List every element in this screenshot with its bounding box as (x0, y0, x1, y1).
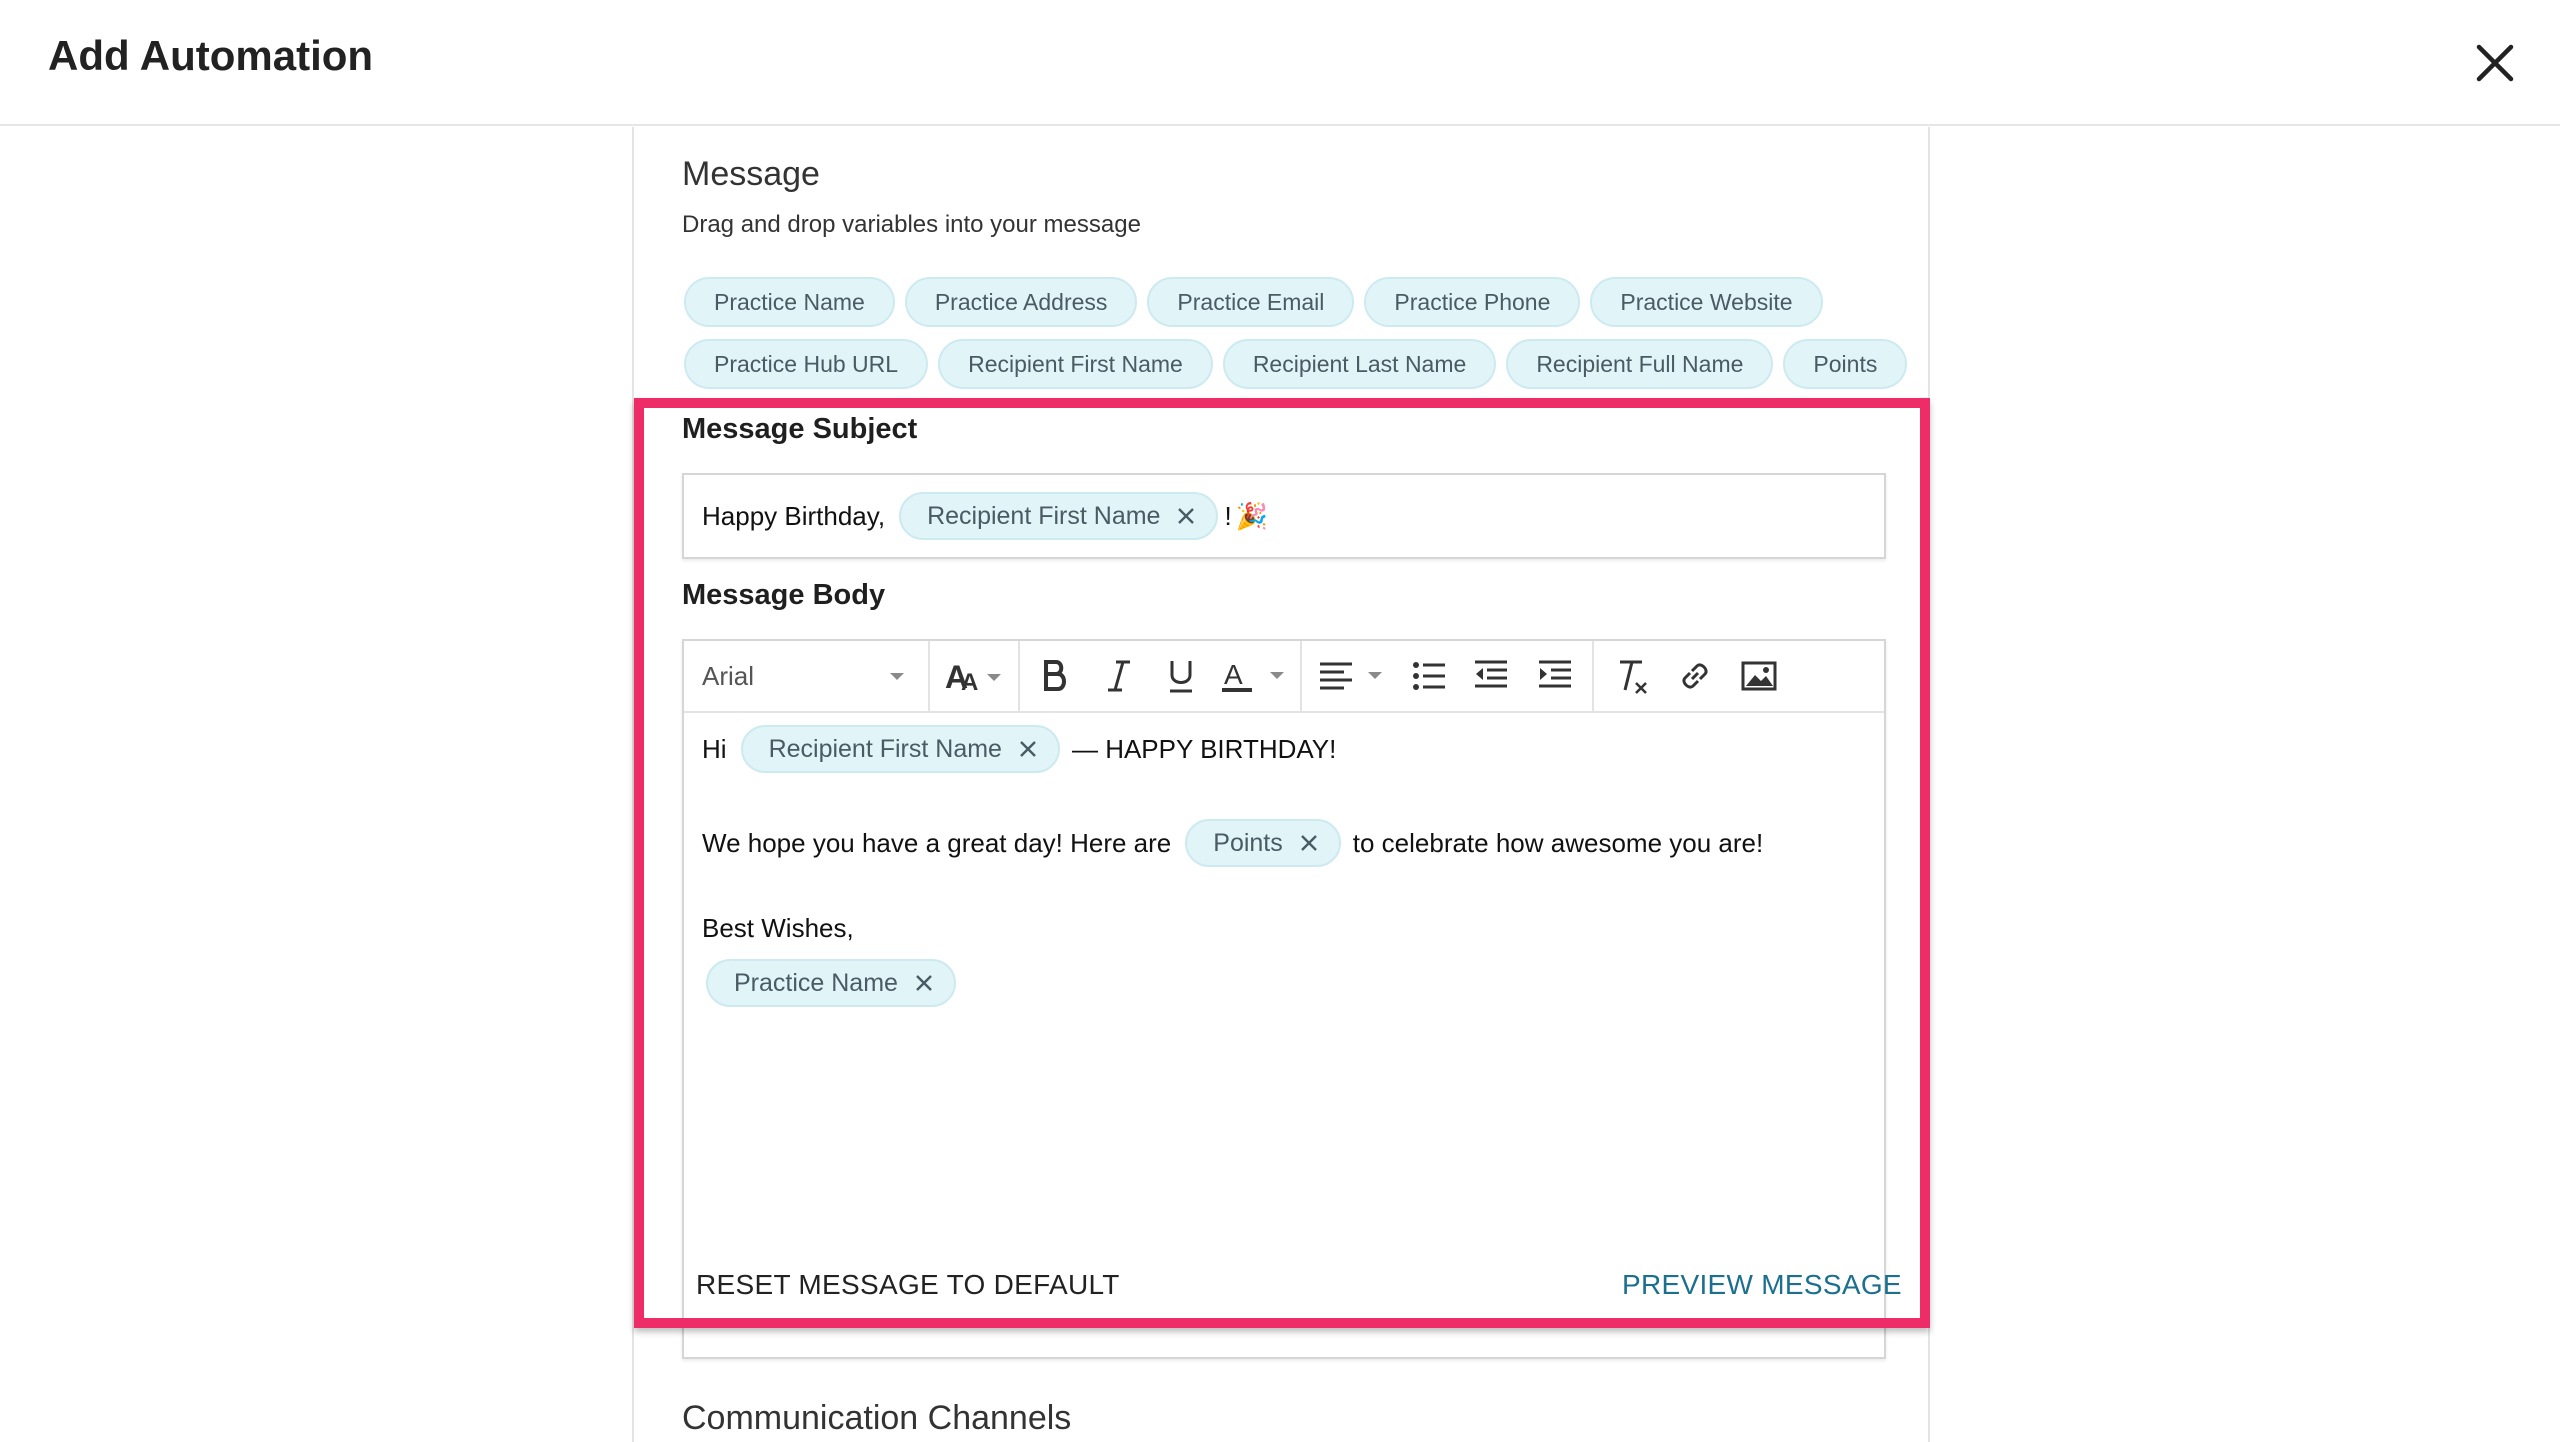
variable-chip-practice-website[interactable]: Practice Website (1590, 277, 1823, 327)
close-icon[interactable] (2470, 38, 2520, 88)
modal-title: Add Automation (48, 32, 374, 79)
variable-chip-recipient-first-name[interactable]: Recipient First Name (938, 339, 1213, 389)
variable-chip-practice-email[interactable]: Practice Email (1147, 277, 1355, 327)
message-section-title: Message (682, 155, 820, 193)
communication-channels-title: Communication Channels (682, 1399, 1072, 1437)
reset-message-button[interactable]: RESET MESSAGE TO DEFAULT (696, 1269, 1120, 1301)
variable-chip-points[interactable]: Points (1783, 339, 1908, 389)
highlight-frame (634, 398, 1930, 1328)
preview-message-button[interactable]: PREVIEW MESSAGE (1622, 1269, 1902, 1301)
variable-chip-practice-address[interactable]: Practice Address (904, 277, 1138, 327)
variable-chip-recipient-last-name[interactable]: Recipient Last Name (1222, 339, 1497, 389)
modal-header: Add Automation (0, 0, 2560, 126)
variable-chip-recipient-full-name[interactable]: Recipient Full Name (1506, 339, 1774, 389)
variable-chip-practice-hub-url[interactable]: Practice Hub URL (684, 339, 929, 389)
variable-chip-practice-name[interactable]: Practice Name (684, 277, 895, 327)
variable-chips: Practice Name Practice Address Practice … (684, 277, 1908, 401)
variable-chip-practice-phone[interactable]: Practice Phone (1364, 277, 1581, 327)
message-hint: Drag and drop variables into your messag… (682, 211, 1141, 238)
